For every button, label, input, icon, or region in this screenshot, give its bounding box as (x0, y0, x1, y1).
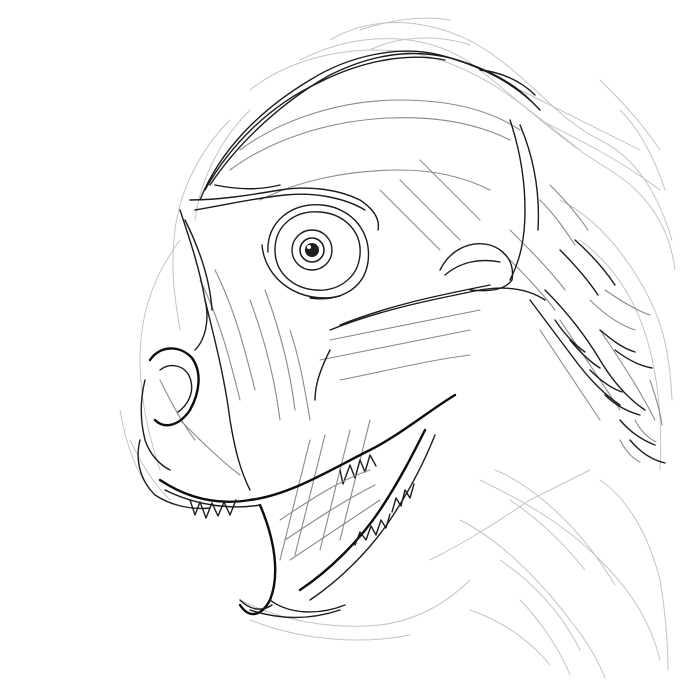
sketch-canvas (0, 0, 680, 680)
eye (261, 204, 370, 300)
pupil (305, 243, 319, 257)
head-outline (137, 50, 546, 510)
dinosaur-head-sketch (119, 17, 676, 679)
